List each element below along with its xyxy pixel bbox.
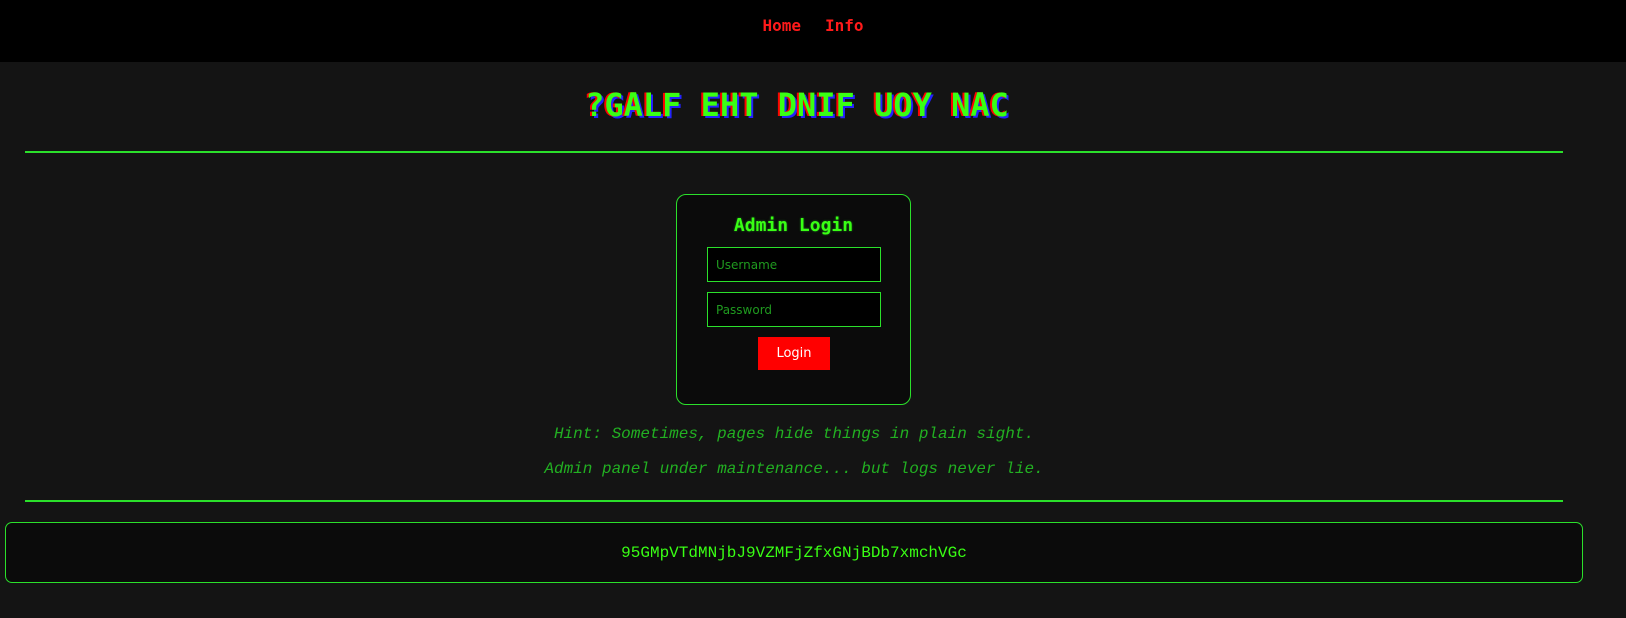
divider-bottom [25,500,1563,502]
password-input[interactable] [707,292,881,327]
login-heading: Admin Login [733,215,854,236]
top-nav: Home Info [0,0,1626,62]
maintenance-text: Admin panel under maintenance... but log… [544,460,1044,478]
username-input[interactable] [707,247,881,282]
page-title: ?GALF EHT DNIF UOY NAC [585,86,1009,124]
login-panel: Admin Login Login [676,194,911,405]
hint-text: Hint: Sometimes, pages hide things in pl… [553,425,1035,443]
nav-link-home[interactable]: Home [762,16,801,35]
encoded-string: 95GMpVTdMNjbJ9VZMFjZfxGNjBDb7xmchVGc [621,543,967,562]
divider-top [25,151,1563,153]
login-button[interactable]: Login [758,337,830,370]
encoded-string-panel: 95GMpVTdMNjbJ9VZMFjZfxGNjBDb7xmchVGc [5,522,1583,583]
nav-link-info[interactable]: Info [825,16,864,35]
